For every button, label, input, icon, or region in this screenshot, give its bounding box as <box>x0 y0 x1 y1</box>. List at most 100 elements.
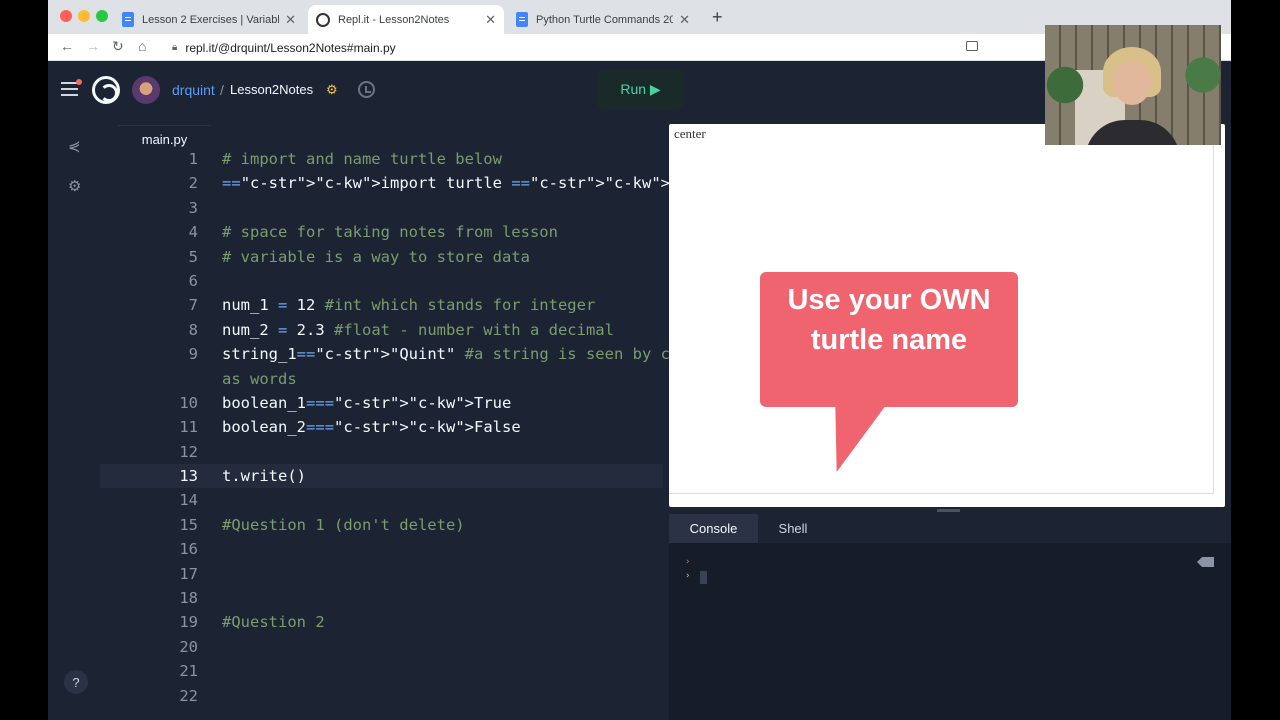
line-number: 6 <box>188 271 198 290</box>
code-line[interactable]: 7 num_1 = 12 #int which stands for intege… <box>100 293 663 317</box>
back-arrow-icon[interactable]: ← <box>60 38 74 54</box>
code-editor[interactable]: main.py 1 # import and name turtle below 2… <box>100 117 736 720</box>
line-number: 11 <box>179 418 198 437</box>
console-prompt: › <box>685 571 691 581</box>
close-tab-icon[interactable]: ✕ <box>485 12 496 28</box>
line-number: 4 <box>188 223 198 242</box>
line-text: # import and name turtle below <box>222 150 502 168</box>
replit-logo-icon[interactable] <box>92 76 120 104</box>
code-lines[interactable]: 1 # import and name turtle below 2 =="c-str… <box>100 147 736 708</box>
line-text: as words <box>222 369 297 388</box>
console-output[interactable]: › › <box>669 543 1231 720</box>
code-line[interactable]: 1 # import and name turtle below <box>100 147 663 171</box>
code-line[interactable]: 10 boolean_1==="c-str">"c-kw">True <box>100 391 663 415</box>
close-window-button[interactable] <box>60 10 72 22</box>
browser-tab-turtle-commands[interactable]: Python Turtle Commands 2020 ✕ <box>508 5 698 34</box>
share-nodes-icon[interactable]: ⋞ <box>68 137 81 155</box>
code-line[interactable]: as words <box>100 367 663 391</box>
lock-icon: 🔒︎ <box>172 42 178 53</box>
line-text: # space for taking notes from lesson <box>222 223 558 242</box>
user-avatar[interactable] <box>132 76 160 104</box>
cast-icon[interactable] <box>966 41 978 51</box>
username-link[interactable]: drquint <box>172 82 215 98</box>
line-number: 17 <box>179 564 198 583</box>
browser-tab-lesson-exercises[interactable]: Lesson 2 Exercises | Variables ✕ <box>114 5 304 34</box>
close-tab-icon[interactable]: ✕ <box>679 12 690 28</box>
canvas-text: center <box>674 126 706 141</box>
google-docs-icon <box>516 12 528 27</box>
line-number: 14 <box>179 491 198 510</box>
line-text: t.write() <box>222 467 306 486</box>
turtle-canvas: center Use your OWN turtle name <box>669 124 1214 494</box>
line-number: 1 <box>188 150 198 168</box>
code-line[interactable]: 9 string_1=="c-str">"Quint" #a string is … <box>100 342 736 366</box>
code-line[interactable]: 2 =="c-str">"c-kw">import turtle =="c-str… <box>100 171 708 195</box>
console-tabs: Console Shell <box>669 514 1231 543</box>
code-line[interactable]: 11 boolean_2==="c-str">"c-kw">False <box>100 415 663 439</box>
console-pane: Console Shell › › <box>669 514 1231 720</box>
line-number: 15 <box>179 515 198 534</box>
code-line[interactable]: 5 # variable is a way to store data <box>100 245 663 269</box>
code-line[interactable]: 6 <box>100 269 663 293</box>
line-number: 2 <box>188 174 198 193</box>
clear-console-icon[interactable] <box>1197 557 1214 567</box>
home-icon[interactable]: ⌂ <box>138 38 146 54</box>
url-text: repl.it/@drquint/Lesson2Notes#main.py <box>185 40 396 55</box>
repl-name[interactable]: Lesson2Notes <box>230 82 313 97</box>
line-number: 13 <box>179 467 198 486</box>
webcam-overlay <box>1045 25 1221 145</box>
browser-tab-replit[interactable]: Repl.it - Lesson2Notes ✕ <box>308 5 504 34</box>
breadcrumb-separator: / <box>220 82 224 98</box>
settings-gear-icon[interactable]: ⚙ <box>68 177 81 195</box>
code-line[interactable]: 18 <box>100 586 663 610</box>
code-line[interactable]: 19 #Question 2 <box>100 610 663 634</box>
line-text: # variable is a way to store data <box>222 247 530 266</box>
code-line[interactable]: 4 # space for taking notes from lesson <box>100 220 663 244</box>
code-line[interactable]: 17 <box>100 562 663 586</box>
line-text: string_1=="c-str">"Quint" #a string is s… <box>222 345 736 364</box>
sidebar-rail: ⋞ ⚙ ? <box>48 117 100 720</box>
tab-title: Python Turtle Commands 2020 <box>536 13 674 26</box>
code-line[interactable]: 13 t.write() <box>100 464 663 489</box>
address-bar[interactable]: 🔒︎ repl.it/@drquint/Lesson2Notes#main.py <box>158 37 988 58</box>
minimize-window-button[interactable] <box>78 10 90 22</box>
tab-console[interactable]: Console <box>669 514 758 543</box>
line-number: 20 <box>179 637 198 656</box>
tab-title: Lesson 2 Exercises | Variables <box>142 13 280 26</box>
tab-shell[interactable]: Shell <box>758 514 828 543</box>
menu-icon[interactable] <box>61 82 78 96</box>
history-icon[interactable] <box>358 81 375 98</box>
code-line[interactable]: 22 <box>100 684 663 708</box>
line-text: num_1 = 12 #int which stands for integer <box>222 296 596 315</box>
code-line[interactable]: 16 <box>100 537 663 561</box>
code-line[interactable]: 15 #Question 1 (don't delete) <box>100 513 663 537</box>
turtle-canvas-pane: center Use your OWN turtle name <box>669 124 1225 507</box>
code-line[interactable]: 14 <box>100 488 663 512</box>
line-number: 22 <box>179 686 198 705</box>
screen: Lesson 2 Exercises | Variables ✕ Repl.it… <box>0 0 1280 720</box>
line-number: 10 <box>179 393 198 412</box>
line-text: num_2 = 2.3 #float - number with a decim… <box>222 320 614 339</box>
code-line[interactable]: 8 num_2 = 2.3 #float - number with a deci… <box>100 318 663 342</box>
notification-dot <box>76 79 82 85</box>
close-tab-icon[interactable]: ✕ <box>285 12 296 28</box>
help-button[interactable]: ? <box>64 670 88 694</box>
code-line[interactable]: 3 <box>100 196 663 220</box>
line-text: =="c-str">"c-kw">import turtle =="c-str"… <box>222 174 708 193</box>
code-line[interactable]: 21 <box>100 659 663 683</box>
pane-resize-handle[interactable] <box>937 509 960 512</box>
code-line[interactable]: 20 <box>100 635 663 659</box>
forward-arrow-icon[interactable]: → <box>86 38 100 54</box>
maximize-window-button[interactable] <box>96 10 108 22</box>
replit-icon <box>316 12 330 27</box>
console-prompt: › <box>685 557 691 567</box>
line-number: 21 <box>179 662 198 681</box>
reload-icon[interactable]: ↻ <box>112 38 124 55</box>
callout-bubble: Use your OWN turtle name <box>760 272 1018 407</box>
line-text: #Question 2 <box>222 613 325 632</box>
callout-tail <box>808 406 886 472</box>
new-tab-button[interactable]: + <box>712 7 723 28</box>
google-docs-icon <box>122 12 134 27</box>
run-button[interactable]: Run ▶ <box>597 70 684 109</box>
code-line[interactable]: 12 <box>100 440 663 464</box>
